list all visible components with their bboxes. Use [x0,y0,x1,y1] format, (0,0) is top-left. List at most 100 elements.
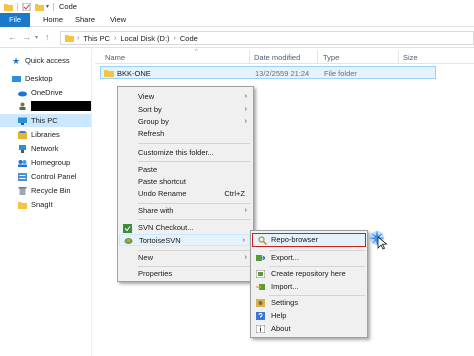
network-icon [19,144,26,153]
svn-checkout-icon [123,224,132,233]
breadcrumb-separator-icon: › [114,34,117,42]
column-divider[interactable] [398,50,399,63]
menu-item-label: Properties [138,269,173,278]
library-icon [18,130,27,139]
menu-item-group-by[interactable]: Group by › [118,116,253,128]
nav-item-label: Libraries [31,130,60,139]
menu-divider [138,143,250,144]
menu-item-view[interactable]: View › [118,91,253,103]
nav-item-label: SnagIt [31,200,53,209]
file-date: 13/2/2559 21:24 [255,69,310,78]
menu-item-label: TortoiseSVN [139,236,181,245]
recycle-bin-icon [18,186,27,195]
export-icon [256,255,265,261]
menu-divider [269,266,365,267]
submenu-arrow-icon: › [244,106,247,113]
submenu-item-export[interactable]: Export... [251,252,367,264]
up-arrow-icon[interactable]: ↑ [45,32,50,42]
breadcrumb-code[interactable]: Code [180,34,198,43]
column-divider[interactable] [249,50,250,63]
menu-item-customize-folder[interactable]: Customize this folder... [118,147,253,159]
menu-divider [138,250,250,251]
folder-icon [65,35,74,42]
menu-item-label: New [138,253,154,262]
tab-view[interactable]: View [104,13,132,27]
new-folder-icon[interactable] [35,3,44,11]
submenu-item-about[interactable]: About [251,323,367,335]
menu-item-refresh[interactable]: Refresh [118,128,253,140]
folder-icon [4,3,13,11]
nav-item-network[interactable]: Network [0,142,91,155]
back-arrow-icon[interactable]: ← [8,32,17,42]
menu-item-properties[interactable]: Properties [118,268,253,280]
menu-item-label: Import... [271,282,299,291]
nav-item-snagit[interactable]: SnagIt [0,198,91,211]
tortoisesvn-submenu: Repo-browser Export... Create repository… [250,230,368,338]
submenu-item-help[interactable]: Help [251,310,367,322]
submenu-arrow-icon: › [244,254,247,261]
nav-item-control-panel[interactable]: Control Panel [0,170,91,183]
column-divider[interactable] [317,50,318,63]
submenu-item-settings[interactable]: Settings [251,297,367,309]
nav-item-label: This PC [31,116,58,125]
submenu-arrow-icon: › [244,207,247,214]
nav-item-user[interactable] [0,99,91,112]
nav-item-recycle-bin[interactable]: Recycle Bin [0,184,91,197]
nav-item-label: Desktop [25,74,53,83]
tab-share[interactable]: Share [70,13,100,27]
menu-item-label: Create repository here [271,269,346,278]
nav-item-label: Quick access [25,56,70,65]
menu-item-paste-shortcut[interactable]: Paste shortcut [118,176,253,188]
menu-item-tortoisesvn[interactable]: TortoiseSVN › [119,234,252,246]
divider [17,2,18,11]
nav-item-this-pc[interactable]: This PC [0,114,91,127]
customize-quick-access-icon[interactable]: ▾ [46,3,49,10]
import-icon [256,284,265,290]
create-repository-icon [256,270,265,278]
help-icon [256,312,265,320]
breadcrumb-this-pc[interactable]: This PC [83,34,110,43]
nav-item-libraries[interactable]: Libraries [0,128,91,141]
tab-file[interactable]: File [0,13,30,27]
forward-arrow-icon[interactable]: → [22,32,31,42]
menu-item-svn-checkout[interactable]: SVN Checkout... [118,222,253,234]
folder-icon [18,201,27,209]
folder-icon [104,70,114,77]
menu-item-label: Paste shortcut [138,177,186,186]
column-type[interactable]: Type [323,53,339,62]
cloud-icon [18,91,27,96]
menu-item-share-with[interactable]: Share with › [118,205,253,217]
column-header: Name ^ Date modified Type Size [95,49,474,64]
properties-icon[interactable] [22,2,31,11]
nav-item-desktop[interactable]: Desktop [0,72,91,85]
recent-locations-chevron-icon[interactable]: ▾ [35,34,38,41]
menu-divider [138,161,250,162]
nav-item-quick-access[interactable]: ★ Quick access [0,54,91,67]
navigation-pane: ★ Quick access Desktop OneDrive This PC … [0,49,92,356]
menu-item-label: Refresh [138,129,165,138]
menu-item-label: Export... [271,253,299,262]
address-row: ← → ▾ ↑ › This PC › Local Disk (D:) › Co… [0,28,474,48]
tab-home[interactable]: Home [38,13,68,27]
submenu-item-create-repository[interactable]: Create repository here [251,268,367,280]
menu-item-label: Repo-browser [271,235,319,244]
menu-item-label: Sort by [138,105,162,114]
column-date-modified[interactable]: Date modified [254,53,300,62]
column-name[interactable]: Name [105,53,125,62]
nav-item-label: Homegroup [31,158,71,167]
menu-item-sort-by[interactable]: Sort by › [118,104,253,116]
submenu-item-repo-browser[interactable]: Repo-browser [252,233,366,247]
menu-item-paste[interactable]: Paste [118,164,253,176]
nav-item-homegroup[interactable]: Homegroup [0,156,91,169]
breadcrumb-local-disk[interactable]: Local Disk (D:) [120,34,169,43]
address-bar[interactable]: › This PC › Local Disk (D:) › Code [60,31,474,45]
menu-item-undo-rename[interactable]: Undo Rename Ctrl+Z [118,188,253,200]
magnifier-icon [258,236,267,245]
menu-item-new[interactable]: New › [118,252,253,264]
nav-item-onedrive[interactable]: OneDrive [0,86,91,99]
file-row[interactable]: BKK-ONE 13/2/2559 21:24 File folder [100,66,436,79]
menu-divider [138,203,250,204]
column-size[interactable]: Size [403,53,418,62]
nav-item-label: Network [31,144,59,153]
submenu-item-import[interactable]: Import... [251,281,367,293]
